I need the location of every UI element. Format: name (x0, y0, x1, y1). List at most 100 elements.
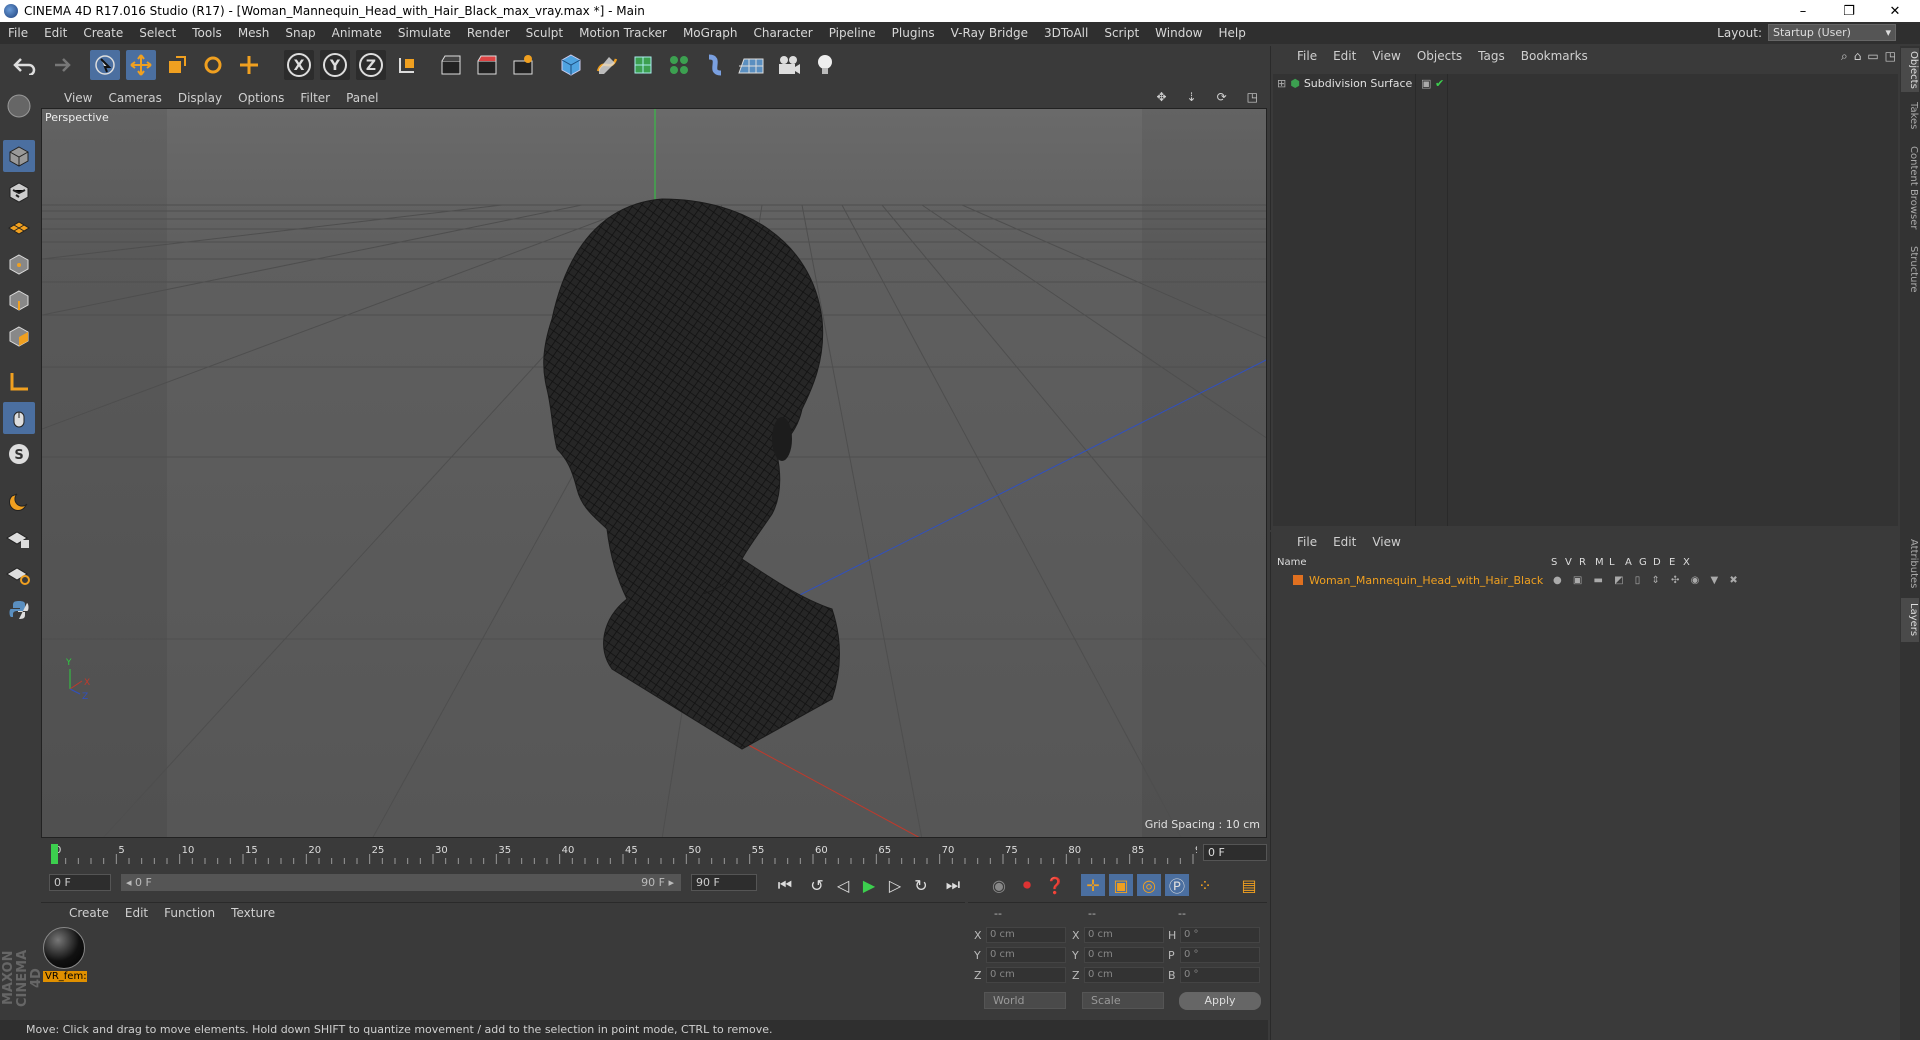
texture-mode-icon[interactable] (3, 176, 35, 208)
points-mode-icon[interactable] (3, 248, 35, 280)
goto-end-icon[interactable]: ⏭ (941, 874, 965, 896)
material-menu-edit[interactable]: Edit (117, 906, 156, 920)
goto-start-icon[interactable]: ⏮ (773, 874, 797, 896)
axis-mode-icon[interactable] (3, 366, 35, 398)
size-z-field[interactable]: 0 cm (1084, 967, 1164, 983)
menu-pipeline[interactable]: Pipeline (821, 26, 884, 40)
tab-takes[interactable]: Takes (1901, 98, 1919, 134)
end-frame-field[interactable]: 90 F (691, 874, 757, 891)
apply-button[interactable]: Apply (1179, 992, 1261, 1010)
rotation-b-field[interactable]: 0 ° (1180, 967, 1260, 983)
key-param-icon[interactable]: Ⓟ (1165, 874, 1189, 896)
viewport-menu-display[interactable]: Display (170, 91, 230, 105)
tab-content-browser[interactable]: Content Browser (1901, 142, 1919, 234)
tweak-mode-icon[interactable] (3, 402, 35, 434)
close-button[interactable]: ✕ (1872, 0, 1918, 22)
render-view-icon[interactable] (436, 50, 466, 80)
make-editable-icon[interactable] (3, 90, 35, 122)
layers-menu-file[interactable]: File (1289, 535, 1325, 549)
cloner-icon[interactable] (664, 50, 694, 80)
material-menu-create[interactable]: Create (61, 906, 117, 920)
next-frame-icon[interactable]: ▷ (883, 874, 907, 896)
key-scale-icon[interactable]: ▣ (1109, 874, 1133, 896)
enabled-check-icon[interactable]: ✔ (1435, 77, 1444, 90)
select-arrow-icon[interactable] (90, 50, 120, 80)
z-axis-icon[interactable]: Z (356, 50, 386, 80)
render-settings-icon[interactable] (508, 50, 538, 80)
viewport-menu-cameras[interactable]: Cameras (100, 91, 169, 105)
menu-simulate[interactable]: Simulate (390, 26, 459, 40)
redo-icon[interactable] (44, 50, 74, 80)
menu-window[interactable]: Window (1147, 26, 1210, 40)
move-icon[interactable] (126, 50, 156, 80)
menu-motion-tracker[interactable]: Motion Tracker (571, 26, 675, 40)
render-picture-viewer-icon[interactable] (472, 50, 502, 80)
key-pla-icon[interactable]: ⁘ (1193, 874, 1217, 896)
size-x-field[interactable]: 0 cm (1084, 927, 1164, 943)
frame-range-slider[interactable]: ◂ 0 F 90 F ▸ (121, 874, 681, 891)
coordinate-system-icon[interactable] (392, 50, 422, 80)
position-x-field[interactable]: 0 cm (986, 927, 1066, 943)
perspective-viewport[interactable]: Y X Z Perspective Grid Spacing : 10 cm (41, 108, 1267, 838)
pen-spline-icon[interactable] (592, 50, 622, 80)
tab-structure[interactable]: Structure (1901, 242, 1919, 296)
menu-plugins[interactable]: Plugins (884, 26, 943, 40)
menu-mesh[interactable]: Mesh (230, 26, 278, 40)
layer-row[interactable]: Woman_Mannequin_Head_with_Hair_Black ● ▣… (1273, 572, 1898, 588)
layers-menu-edit[interactable]: Edit (1325, 535, 1364, 549)
menu-character[interactable]: Character (745, 26, 820, 40)
key-rotate-icon[interactable]: ◎ (1137, 874, 1161, 896)
menu-snap[interactable]: Snap (277, 26, 323, 40)
menu-select[interactable]: Select (131, 26, 184, 40)
viewport-menu-filter[interactable]: Filter (292, 91, 338, 105)
move-view-icon[interactable]: ✥ (1148, 90, 1174, 104)
material-menu-function[interactable]: Function (156, 906, 223, 920)
workplane-align-icon[interactable] (3, 558, 35, 590)
next-key-icon[interactable]: ↻ (909, 874, 933, 896)
magnet-icon[interactable] (3, 484, 35, 516)
play-icon[interactable]: ▶ (857, 874, 881, 896)
objects-menu-bookmarks[interactable]: Bookmarks (1513, 49, 1596, 63)
material-swatch[interactable]: VR_fem: (43, 927, 87, 983)
workplane-icon[interactable] (3, 210, 35, 242)
layers-menu-view[interactable]: View (1364, 535, 1408, 549)
layout-dropdown[interactable]: Startup (User) ▾ (1768, 24, 1896, 41)
tab-layers[interactable]: Layers (1901, 598, 1919, 642)
prev-key-icon[interactable]: ↺ (805, 874, 829, 896)
polygons-mode-icon[interactable] (3, 320, 35, 352)
coord-system-dropdown[interactable]: World (984, 992, 1066, 1009)
prev-frame-icon[interactable]: ◁ (831, 874, 855, 896)
subdivision-icon[interactable] (628, 50, 658, 80)
search-icon[interactable]: ⌕ (1841, 49, 1848, 64)
size-y-field[interactable]: 0 cm (1084, 947, 1164, 963)
timeline-window-icon[interactable]: ▤ (1237, 874, 1261, 896)
objects-menu-objects[interactable]: Objects (1409, 49, 1470, 63)
expand-icon[interactable]: ⊞ (1277, 77, 1286, 90)
viewport-menu-panel[interactable]: Panel (338, 91, 386, 105)
timeline-ruler[interactable]: 051015202530354045505560657075808590 (49, 842, 1197, 866)
cube-icon[interactable] (556, 50, 586, 80)
key-move-icon[interactable]: ✛ (1081, 874, 1105, 896)
menu-animate[interactable]: Animate (324, 26, 390, 40)
light-icon[interactable] (810, 50, 840, 80)
menu-edit[interactable]: Edit (36, 26, 75, 40)
objects-menu-file[interactable]: File (1289, 49, 1325, 63)
maximize-panel-icon[interactable]: ◳ (1885, 49, 1896, 64)
position-y-field[interactable]: 0 cm (986, 947, 1066, 963)
size-mode-dropdown[interactable]: Scale (1082, 992, 1164, 1009)
rotation-p-field[interactable]: 0 ° (1180, 947, 1260, 963)
tab-attributes[interactable]: Attributes (1901, 534, 1919, 594)
viewport-menu-options[interactable]: Options (230, 91, 292, 105)
rotate-icon[interactable] (198, 50, 228, 80)
deformer-icon[interactable] (700, 50, 730, 80)
floor-icon[interactable] (736, 50, 766, 80)
position-z-field[interactable]: 0 cm (986, 967, 1066, 983)
undo-icon[interactable] (10, 50, 40, 80)
object-row[interactable]: ⊞ ⬢ Subdivision Surface ▣ ✔ (1273, 74, 1444, 92)
playhead[interactable] (51, 844, 58, 864)
layer-color-swatch[interactable] (1293, 575, 1303, 585)
record-keys-icon[interactable]: ⏺ (1015, 874, 1039, 896)
menu-script[interactable]: Script (1096, 26, 1147, 40)
python-icon[interactable] (3, 594, 35, 626)
layer-list-area[interactable] (1273, 590, 1898, 1036)
